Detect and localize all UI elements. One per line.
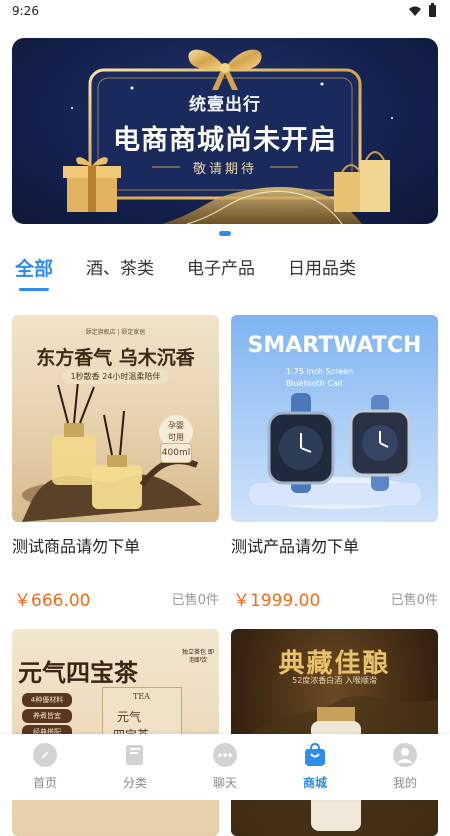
product-name[interactable]: 测试商品请勿下单: [12, 533, 140, 557]
chat-bubble-icon: [213, 743, 237, 767]
product-sold-count: 已售0件: [171, 593, 219, 608]
book-icon: [126, 745, 143, 765]
bottom-tab-bar: 首页 分类 聊天 商城 我的: [0, 734, 450, 800]
product-image[interactable]: 元气四宝茶 4种優材料 养煮皆宜 经典搭配 TEA 元气 四宝茶 独立茶包 即泡…: [12, 629, 219, 836]
banner-subtitle: 统壹出行: [189, 95, 261, 115]
product-name[interactable]: 测试产品请勿下单: [231, 533, 359, 557]
product-image-brand: 颐定旗舰店 | 颐定家居: [85, 329, 146, 336]
tab-label: 首页: [32, 776, 57, 790]
tab-mall[interactable]: 商城: [270, 734, 360, 800]
wifi-icon: [409, 6, 421, 16]
tab-category[interactable]: 分类: [90, 734, 180, 800]
tab-profile[interactable]: 我的: [360, 734, 450, 800]
banner-page-indicator: [219, 231, 231, 236]
status-time: 9:26: [12, 4, 39, 18]
user-avatar-icon: [393, 743, 417, 767]
tab-label: 聊天: [212, 776, 237, 790]
product-image-title: SMARTWATCH: [247, 333, 422, 358]
compass-icon: [33, 743, 57, 767]
tab-chat[interactable]: 聊天: [180, 734, 270, 800]
product-price: ￥666.00: [14, 591, 91, 611]
product-image-band: 1秒散香 24小时温柔陪伴: [62, 369, 169, 384]
product-card[interactable]: 颐定旗舰店 | 颐定家居 东方香气 乌木沉香 1秒散香 24小时温柔陪伴 孕婴 …: [12, 315, 219, 611]
product-image[interactable]: 典藏佳酿 52度浓香白酒 入喉顺滑: [231, 629, 438, 836]
product-image-note: 独立茶包 即泡即饮: [182, 649, 214, 664]
status-bar: 9:26: [0, 0, 450, 22]
tab-home[interactable]: 首页: [0, 734, 90, 800]
product-image-feature-1: 1.75 inch Screen: [286, 367, 354, 376]
battery-icon: [429, 3, 436, 17]
product-sold-count: 已售0件: [390, 593, 438, 608]
shopping-bag-icon: [305, 742, 325, 766]
product-card[interactable]: 典藏佳酿 52度浓香白酒 入喉顺滑: [231, 629, 438, 836]
product-price: ￥1999.00: [233, 591, 321, 611]
banner-tagline: 敬请期待: [192, 162, 257, 177]
tab-wine-tea[interactable]: 酒、茶类: [86, 254, 154, 281]
product-image-volume: 400ml: [160, 443, 192, 463]
tab-label: 商城: [302, 776, 327, 790]
product-image-title: 东方香气 乌木沉香: [36, 347, 195, 369]
tab-all[interactable]: 全部: [15, 254, 53, 291]
tab-label: 分类: [122, 776, 147, 790]
product-card[interactable]: SMARTWATCH 1.75 inch Screen Bluetooth Ca…: [231, 315, 438, 611]
banner-title: 电商商城尚未开启: [113, 125, 337, 156]
category-tabs: 全部 酒、茶类 电子产品 日用品类: [15, 254, 389, 291]
status-icons: [409, 3, 436, 17]
promo-banner[interactable]: 统壹出行 电商商城尚未开启 敬请期待: [12, 38, 438, 224]
tab-label: 我的: [392, 776, 417, 790]
product-image[interactable]: 颐定旗舰店 | 颐定家居 东方香气 乌木沉香 1秒散香 24小时温柔陪伴 孕婴 …: [12, 315, 219, 522]
tab-electronics[interactable]: 电子产品: [187, 254, 255, 281]
product-image-tag: 养煮皆宜: [22, 709, 72, 723]
tab-daily-goods[interactable]: 日用品类: [288, 254, 356, 281]
product-image-feature-2: Bluetooth Call: [286, 379, 343, 388]
product-image-tag: 4种優材料: [22, 693, 72, 707]
product-image[interactable]: SMARTWATCH 1.75 inch Screen Bluetooth Ca…: [231, 315, 438, 522]
product-card[interactable]: 元气四宝茶 4种優材料 养煮皆宜 经典搭配 TEA 元气 四宝茶 独立茶包 即泡…: [12, 629, 219, 836]
product-image-subtitle: 52度浓香白酒 入喉顺滑: [292, 676, 377, 685]
